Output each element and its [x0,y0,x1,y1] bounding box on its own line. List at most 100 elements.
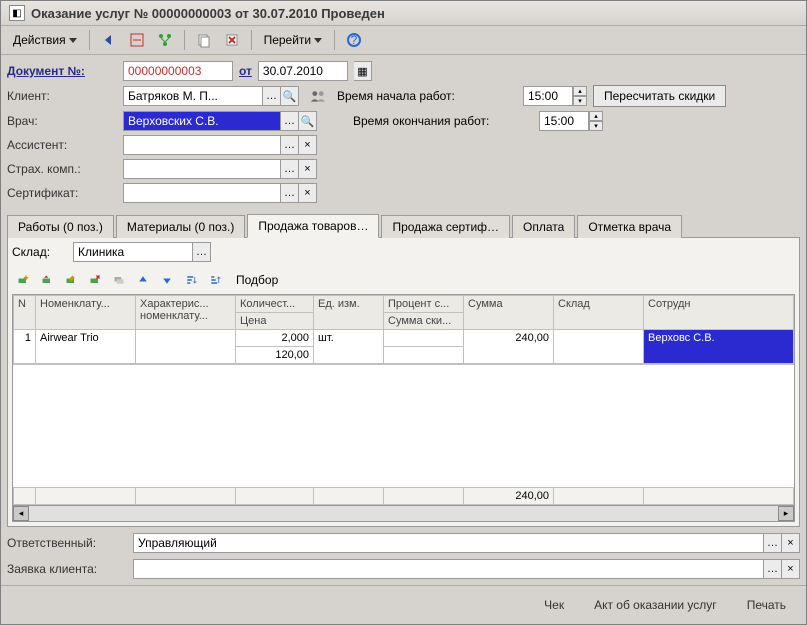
svg-text:?: ? [351,33,358,47]
tab-cert-sale[interactable]: Продажа сертиф… [381,215,510,238]
insert-row-button[interactable] [36,269,58,291]
chevron-down-icon [69,38,77,43]
time-end-input[interactable] [539,111,589,131]
time-end-label: Время окончания работ: [353,114,533,128]
time-end-up[interactable]: ▴ [589,111,603,121]
doctor-input[interactable] [123,111,281,131]
doc-number-input[interactable] [123,61,233,81]
client-pick-button[interactable]: … [263,86,281,106]
print-button[interactable]: Печать [739,594,794,616]
insurance-clear-button[interactable]: × [299,159,317,179]
bottom-bar: Чек Акт об оказании услуг Печать [1,585,806,624]
table-row[interactable]: 1 Airwear Trio 2,000 шт. 240,00 Верховс … [14,330,794,347]
delete-row-button[interactable] [84,269,106,291]
doc-date-input[interactable] [258,61,348,81]
move-up-button[interactable] [132,269,154,291]
col-warehouse[interactable]: Склад [554,296,644,330]
client-label: Клиент: [7,89,117,103]
persons-icon[interactable] [305,85,331,107]
responsible-clear-button[interactable]: × [782,533,800,553]
titlebar: ◧ Оказание услуг № 00000000003 от 30.07.… [1,1,806,26]
col-price[interactable]: Цена [236,313,314,330]
recalc-discounts-button[interactable]: Пересчитать скидки [593,85,726,107]
time-start-up[interactable]: ▴ [573,86,587,96]
actions-menu[interactable]: Действия [7,31,83,49]
request-pick-button[interactable]: … [764,559,782,579]
scroll-left-button[interactable]: ◂ [13,506,29,521]
time-end-down[interactable]: ▾ [589,121,603,131]
grid-hscroll[interactable]: ◂ ▸ [12,506,795,522]
insurance-pick-button[interactable]: … [281,159,299,179]
responsible-pick-button[interactable]: … [764,533,782,553]
refresh-button[interactable] [124,29,150,51]
total-sum: 240,00 [464,488,554,505]
request-label: Заявка клиента: [7,562,127,576]
goods-grid[interactable]: N Номенклату... Характерис... номенклату… [12,294,795,506]
assistant-pick-button[interactable]: … [281,135,299,155]
assistant-input[interactable] [123,135,281,155]
responsible-label: Ответственный: [7,536,127,550]
cert-input[interactable] [123,183,281,203]
doctor-label: Врач: [7,114,117,128]
act-button[interactable]: Акт об оказании услуг [586,594,725,616]
warehouse-pick-button[interactable]: … [193,242,211,262]
add-row-button[interactable] [12,269,34,291]
goto-menu-label: Перейти [264,33,312,47]
time-start-label: Время начала работ: [337,89,517,103]
request-clear-button[interactable]: × [782,559,800,579]
copy-button[interactable] [191,29,217,51]
col-unit[interactable]: Ед. изм. [314,296,384,330]
client-search-button[interactable]: 🔍 [281,86,299,106]
assistant-clear-button[interactable]: × [299,135,317,155]
col-char[interactable]: Характерис... номенклату... [136,296,236,330]
time-start-down[interactable]: ▾ [573,96,587,106]
sort-desc-button[interactable] [204,269,226,291]
client-input[interactable] [123,86,263,106]
tab-works[interactable]: Работы (0 поз.) [7,215,114,238]
col-qty[interactable]: Количест... [236,296,314,313]
responsible-input[interactable] [133,533,764,553]
col-discount-sum[interactable]: Сумма ски... [384,313,464,330]
delete-button[interactable] [219,29,245,51]
structure-button[interactable] [152,29,178,51]
cert-pick-button[interactable]: … [281,183,299,203]
main-toolbar: Действия Перейти ? [1,26,806,55]
calendar-icon[interactable]: ▦ [354,61,372,81]
doctor-pick-button[interactable]: … [281,111,299,131]
insurance-label: Страх. комп.: [7,162,117,176]
sort-asc-button[interactable] [180,269,202,291]
doc-date-label: от [239,64,252,78]
receipt-button[interactable]: Чек [536,594,572,616]
insurance-input[interactable] [123,159,281,179]
window-title: Оказание услуг № 00000000003 от 30.07.20… [31,6,385,21]
cert-clear-button[interactable]: × [299,183,317,203]
tab-bar: Работы (0 поз.) Материалы (0 поз.) Прода… [7,213,800,238]
copy-row-button[interactable] [108,269,130,291]
app-window: ◧ Оказание услуг № 00000000003 от 30.07.… [0,0,807,625]
tab-content: Склад: … Подбор [7,238,800,527]
assistant-label: Ассистент: [7,138,117,152]
tab-payment[interactable]: Оплата [512,215,575,238]
scroll-right-button[interactable]: ▸ [778,506,794,521]
time-start-input[interactable] [523,86,573,106]
request-input[interactable] [133,559,764,579]
actions-menu-label: Действия [13,33,66,47]
warehouse-label: Склад: [12,245,67,259]
tab-materials[interactable]: Материалы (0 поз.) [116,215,245,238]
col-sum[interactable]: Сумма [464,296,554,330]
col-n[interactable]: N [14,296,36,330]
help-button[interactable]: ? [341,29,367,51]
totals-row: 240,00 [14,488,794,505]
back-button[interactable] [96,29,122,51]
select-button[interactable]: Подбор [230,271,284,289]
col-employee[interactable]: Сотрудн [644,296,794,330]
tab-goods-sale[interactable]: Продажа товаров… [247,214,379,238]
goto-menu[interactable]: Перейти [258,31,329,49]
edit-row-button[interactable] [60,269,82,291]
move-down-button[interactable] [156,269,178,291]
col-nomen[interactable]: Номенклату... [36,296,136,330]
col-discount-pct[interactable]: Процент с... [384,296,464,313]
doctor-search-button[interactable]: 🔍 [299,111,317,131]
warehouse-input[interactable] [73,242,193,262]
tab-doctor-mark[interactable]: Отметка врача [577,215,682,238]
